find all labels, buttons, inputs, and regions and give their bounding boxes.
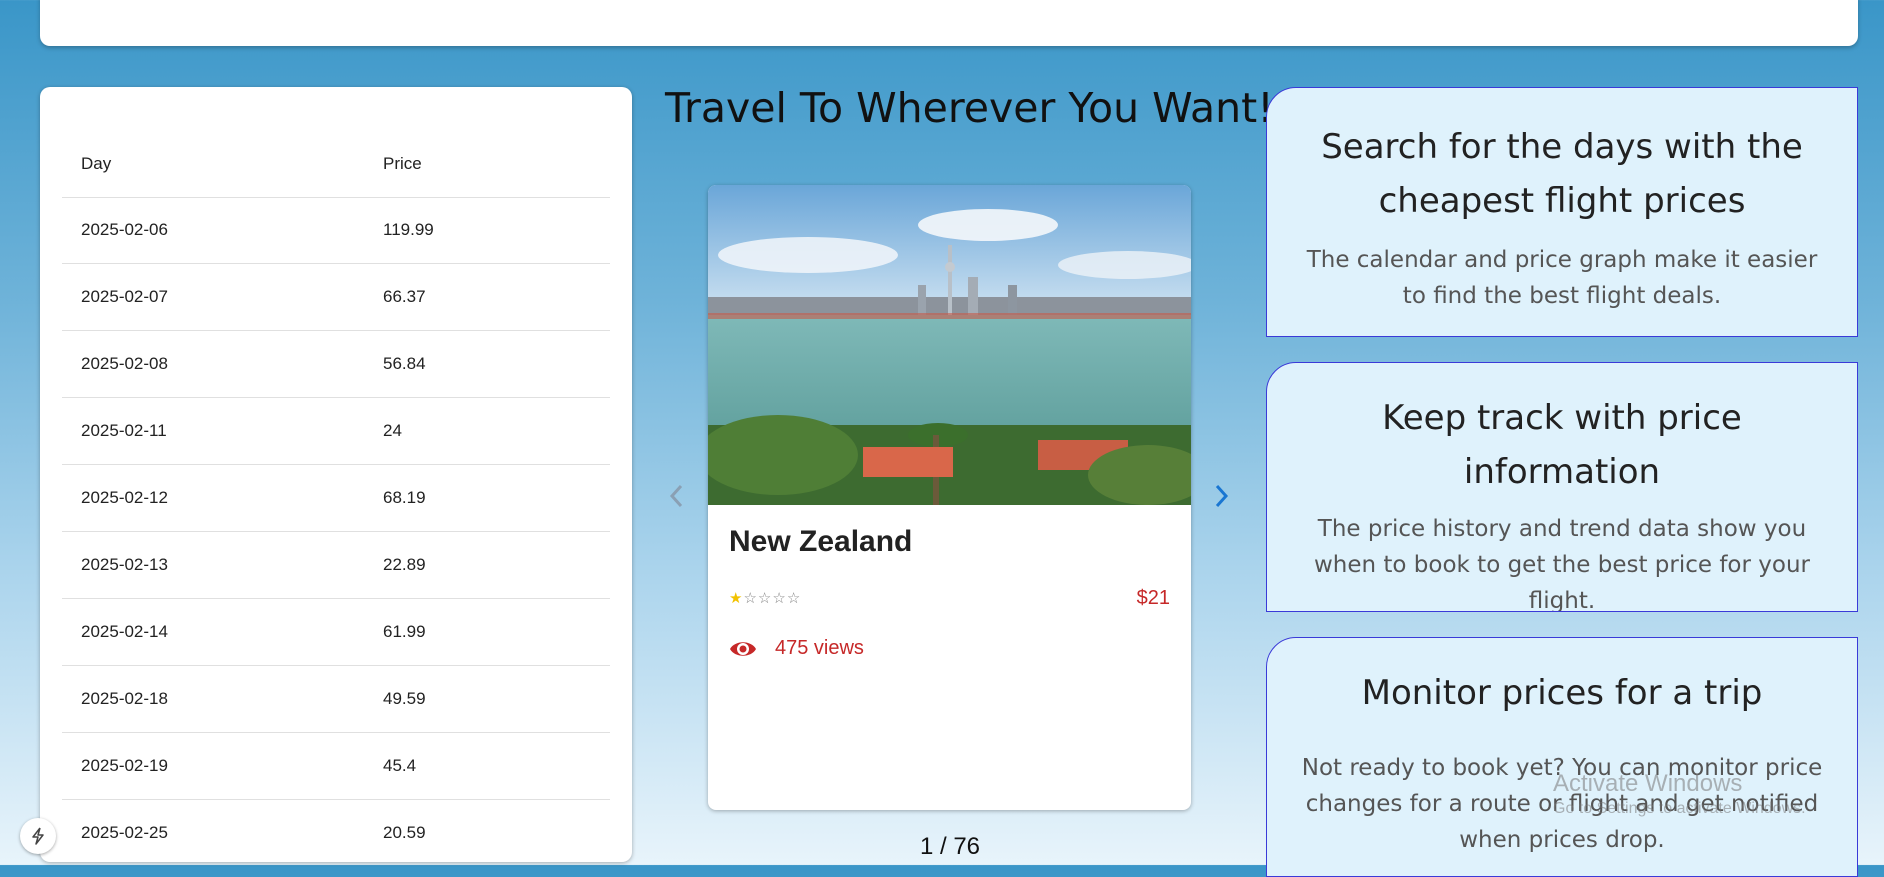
table-row: 2025-02-12 68.19 (62, 465, 610, 532)
cell-day: 2025-02-14 (81, 622, 168, 641)
star-empty-icon[interactable]: ☆ (787, 590, 801, 607)
floating-action-button[interactable] (20, 818, 56, 854)
table-row: 2025-02-11 24 (62, 398, 610, 465)
feature-card-cheapest-days: Search for the days with the cheapest fl… (1266, 87, 1858, 337)
chevron-left-icon[interactable] (666, 481, 688, 511)
view-count: 475 views (729, 637, 864, 660)
feature-title: Keep track with price information (1382, 398, 1742, 492)
table-row: 2025-02-25 20.59 (62, 800, 610, 862)
destination-name: New Zealand (729, 525, 913, 558)
feature-card-price-info: Keep track with price information The pr… (1266, 362, 1858, 612)
star-empty-icon[interactable]: ☆ (758, 590, 772, 607)
cell-price: 119.99 (383, 220, 434, 239)
activate-windows-watermark: Activate Windows Go to Settings to activ… (1553, 770, 1806, 818)
price-table-card: Day Price 2025-02-06 119.99 2025-02-07 66.… (40, 87, 632, 862)
table-row: 2025-02-19 45.4 (62, 733, 610, 800)
cell-day: 2025-02-25 (81, 823, 168, 842)
feature-title: Monitor prices for a trip (1361, 673, 1763, 713)
cell-price: 61.99 (383, 622, 426, 641)
carousel-pager: 1 / 76 (919, 833, 981, 860)
cell-day: 2025-02-19 (81, 756, 168, 775)
rating-stars[interactable]: ★☆☆☆☆ (729, 589, 801, 607)
column-header-price[interactable]: Price (383, 154, 422, 174)
views-label: 475 views (775, 637, 864, 659)
star-empty-icon[interactable]: ☆ (772, 590, 786, 607)
table-row: 2025-02-07 66.37 (62, 264, 610, 331)
table-row: 2025-02-18 49.59 (62, 666, 610, 733)
watermark-title: Activate Windows (1553, 770, 1743, 797)
destination-price: $21 (1136, 587, 1170, 609)
cell-price: 56.84 (383, 354, 426, 373)
cell-day: 2025-02-08 (81, 354, 168, 373)
eye-icon (730, 641, 756, 656)
chevron-right-icon[interactable] (1210, 481, 1232, 511)
feature-title: Search for the days with the cheapest fl… (1321, 127, 1803, 221)
table-row: 2025-02-14 61.99 (62, 599, 610, 666)
feature-description: The price history and trend data show yo… (1313, 516, 1810, 612)
lightning-icon (32, 827, 44, 845)
top-navbar (40, 0, 1858, 46)
cell-day: 2025-02-07 (81, 287, 168, 306)
cell-price: 24 (383, 421, 402, 440)
destination-photo (708, 185, 1191, 505)
page-headline: Travel To Wherever You Want! (665, 84, 1274, 132)
table-header-row: Day Price (62, 131, 610, 198)
cell-price: 49.59 (383, 689, 426, 708)
star-filled-icon[interactable]: ★ (729, 590, 743, 607)
table-row: 2025-02-08 56.84 (62, 331, 610, 398)
cell-price: 22.89 (383, 555, 426, 574)
price-table: Day Price 2025-02-06 119.99 2025-02-07 66.… (62, 154, 610, 862)
cell-price: 20.59 (383, 823, 426, 842)
cell-day: 2025-02-06 (81, 220, 168, 239)
cell-day: 2025-02-13 (81, 555, 168, 574)
cell-day: 2025-02-18 (81, 689, 168, 708)
destination-card[interactable]: New Zealand ★☆☆☆☆ $21 475 views (708, 185, 1191, 810)
cell-price: 66.37 (383, 287, 426, 306)
cell-day: 2025-02-12 (81, 488, 168, 507)
table-row: 2025-02-06 119.99 (62, 197, 610, 264)
cell-price: 68.19 (383, 488, 426, 507)
star-empty-icon[interactable]: ☆ (743, 590, 757, 607)
feature-card-monitor-prices: Monitor prices for a trip Not ready to b… (1266, 637, 1858, 877)
column-header-day[interactable]: Day (62, 154, 383, 174)
table-row: 2025-02-13 22.89 (62, 532, 610, 599)
cell-day: 2025-02-11 (81, 421, 167, 440)
feature-description: The calendar and price graph make it eas… (1306, 247, 1818, 309)
watermark-subtitle: Go to Settings to activate Windows. (1553, 800, 1806, 817)
cell-price: 45.4 (383, 756, 417, 775)
